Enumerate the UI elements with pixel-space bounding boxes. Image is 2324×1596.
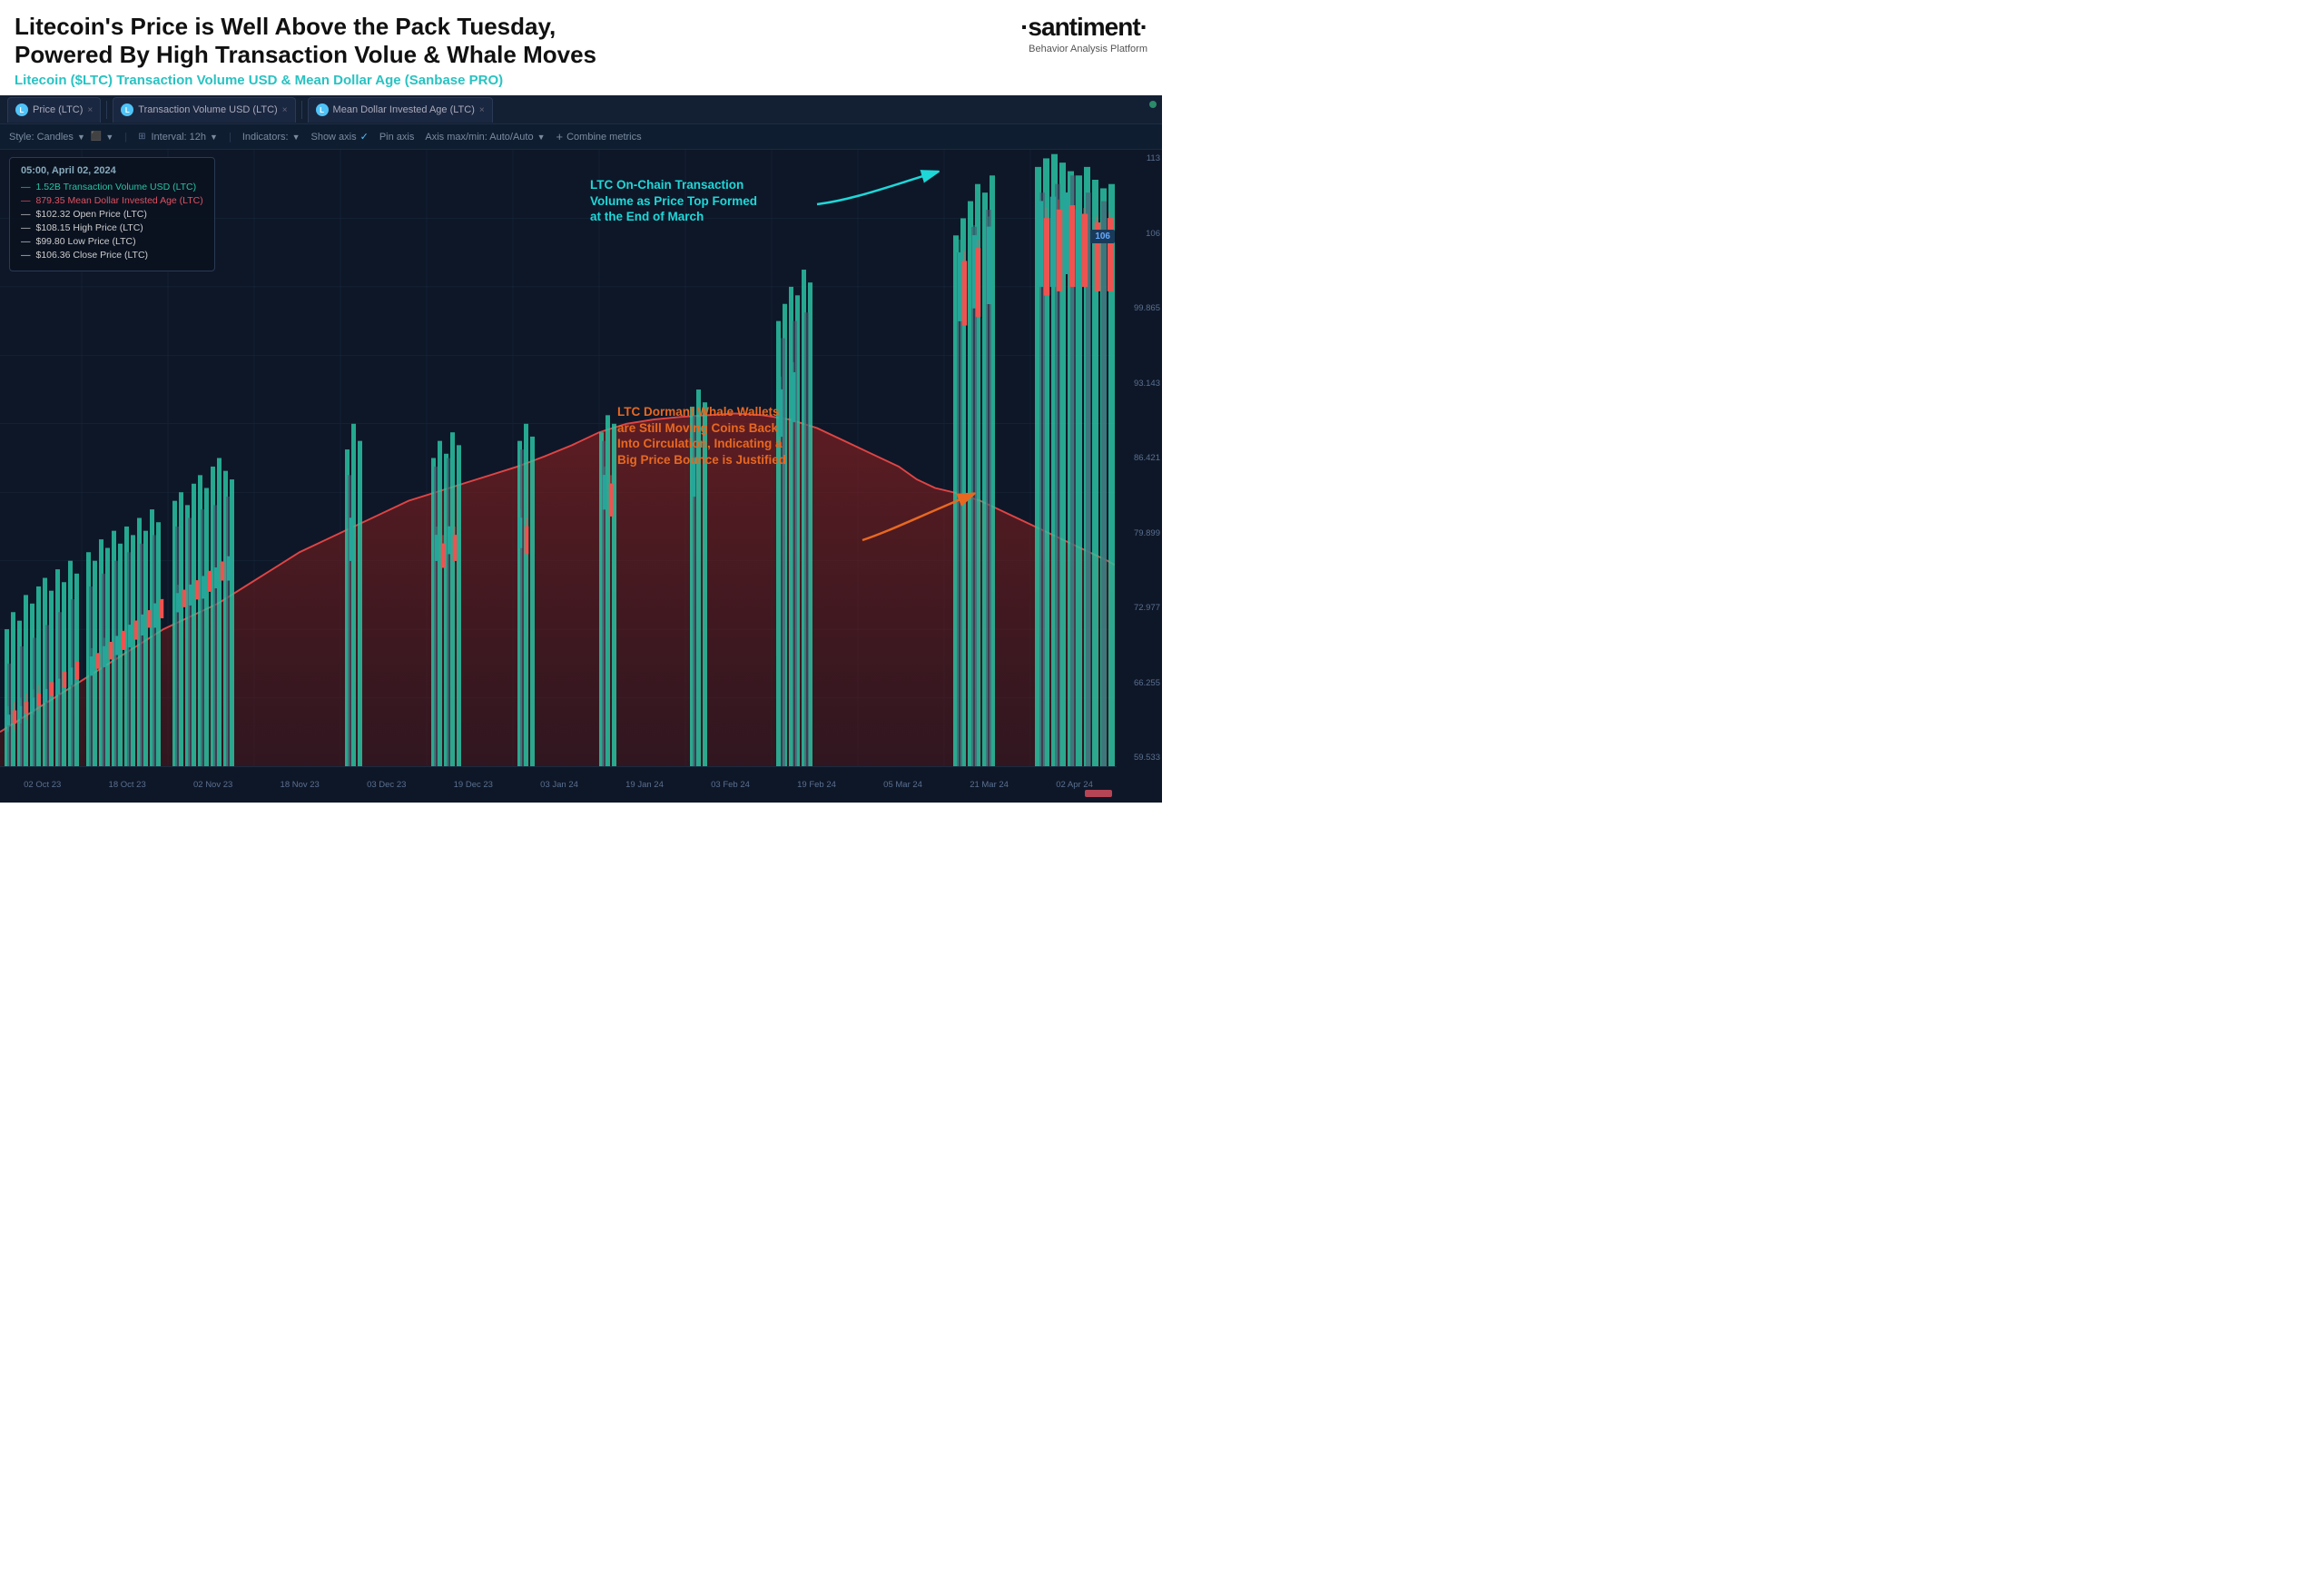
x-label-5: 19 Dec 23 — [454, 780, 493, 790]
main-title: Litecoin's Price is Well Above the Pack … — [15, 13, 1002, 69]
tooltip-dash-2: — — [21, 209, 31, 220]
pin-axis-label: Pin axis — [379, 132, 415, 143]
x-label-1: 18 Oct 23 — [109, 780, 146, 790]
santiment-brand: ·santiment· — [1020, 13, 1147, 42]
tooltip-dash-1: — — [21, 195, 31, 206]
interval-icon: ⊞ — [138, 132, 145, 142]
santiment-logo: ·santiment· Behavior Analysis Platform — [1002, 13, 1147, 54]
close-mean-tab[interactable]: × — [479, 105, 485, 115]
tab-divider-2 — [301, 101, 302, 119]
tooltip-panel: 05:00, April 02, 2024 — 1.52B Transactio… — [9, 157, 215, 271]
indicators-label: Indicators: — [242, 132, 289, 143]
separator-1: | — [124, 132, 127, 143]
tab-tx-label: Transaction Volume USD (LTC) — [138, 104, 277, 115]
tooltip-row-3: — $108.15 High Price (LTC) — [21, 222, 203, 233]
show-axis-check: ✓ — [360, 131, 369, 143]
interval-control[interactable]: ⊞ Interval: 12h ▼ — [138, 132, 218, 143]
tooltip-row-2: — $102.32 Open Price (LTC) — [21, 209, 203, 220]
y-label-66: 66.255 — [1117, 678, 1160, 688]
plus-icon: + — [556, 130, 564, 143]
combine-metrics-control[interactable]: + Combine metrics — [556, 130, 642, 143]
interval-caret: ▼ — [210, 133, 218, 142]
teal-arrow — [817, 168, 962, 241]
x-label-7: 19 Jan 24 — [625, 780, 664, 790]
y-label-79: 79.899 — [1117, 528, 1160, 538]
santiment-tagline: Behavior Analysis Platform — [1029, 44, 1147, 54]
header-left: Litecoin's Price is Well Above the Pack … — [15, 13, 1002, 88]
x-label-9: 19 Feb 24 — [797, 780, 836, 790]
tooltip-row-0: — 1.52B Transaction Volume USD (LTC) — [21, 182, 203, 192]
close-price-tab[interactable]: × — [87, 105, 93, 115]
tooltip-value-4: $99.80 Low Price (LTC) — [36, 236, 136, 247]
x-label-6: 03 Jan 24 — [540, 780, 578, 790]
tooltip-value-3: $108.15 High Price (LTC) — [36, 222, 143, 233]
tooltip-dash-3: — — [21, 222, 31, 233]
tab-mean-label: Mean Dollar Invested Age (LTC) — [333, 104, 475, 115]
tab-price-label: Price (LTC) — [33, 104, 83, 115]
page-header: Litecoin's Price is Well Above the Pack … — [0, 0, 1162, 95]
axis-maxmin-control[interactable]: Axis max/min: Auto/Auto ▼ — [425, 132, 545, 143]
x-label-8: 03 Feb 24 — [711, 780, 750, 790]
style-control[interactable]: Style: Candles ▼ ⬛ ▼ — [9, 132, 113, 143]
show-axis-label: Show axis — [310, 132, 356, 143]
x-label-11: 21 Mar 24 — [970, 780, 1009, 790]
axismaxmin-caret: ▼ — [537, 133, 546, 142]
price-badge: 106 — [1090, 230, 1115, 243]
tooltip-value-1: 879.35 Mean Dollar Invested Age (LTC) — [36, 195, 203, 206]
orange-arrow — [862, 486, 1008, 576]
y-label-113: 113 — [1117, 153, 1160, 163]
close-tx-tab[interactable]: × — [282, 105, 288, 115]
indicators-control[interactable]: Indicators: ▼ — [242, 132, 300, 143]
y-label-99: 99.865 — [1117, 303, 1160, 313]
sub-title: Litecoin ($LTC) Transaction Volume USD &… — [15, 73, 1002, 88]
y-label-93: 93.143 — [1117, 379, 1160, 389]
style-caret: ▼ — [77, 133, 85, 142]
chart-toolbar: L Price (LTC) × L Transaction Volume USD… — [0, 95, 1162, 124]
scrollbar-hint[interactable] — [1085, 790, 1112, 797]
pin-axis-control[interactable]: Pin axis — [379, 132, 415, 143]
y-label-106: 106 — [1117, 229, 1160, 239]
tooltip-dash-5: — — [21, 250, 31, 261]
ltc-icon-mean: L — [316, 103, 329, 116]
x-axis: 02 Oct 23 18 Oct 23 02 Nov 23 18 Nov 23 … — [0, 766, 1117, 803]
chart-controls: Style: Candles ▼ ⬛ ▼ | ⊞ Interval: 12h ▼… — [0, 124, 1162, 150]
y-axis: 113 106 99.865 93.143 86.421 79.899 72.9… — [1115, 150, 1162, 766]
separator-2: | — [229, 132, 231, 143]
tab-tx-volume[interactable]: L Transaction Volume USD (LTC) × — [113, 97, 295, 123]
tooltip-row-5: — $106.36 Close Price (LTC) — [21, 250, 203, 261]
interval-label: Interval: 12h — [151, 132, 206, 143]
ltc-icon-price: L — [15, 103, 28, 116]
tooltip-value-5: $106.36 Close Price (LTC) — [36, 250, 149, 261]
x-label-0: 02 Oct 23 — [24, 780, 61, 790]
x-label-4: 03 Dec 23 — [367, 780, 406, 790]
style-label: Style: Candles — [9, 132, 74, 143]
tooltip-date: 05:00, April 02, 2024 — [21, 165, 203, 176]
x-label-2: 02 Nov 23 — [193, 780, 232, 790]
ltc-icon-tx: L — [121, 103, 133, 116]
y-label-72: 72.977 — [1117, 603, 1160, 613]
x-label-12: 02 Apr 24 — [1056, 780, 1093, 790]
tooltip-value-0: 1.52B Transaction Volume USD (LTC) — [36, 182, 197, 192]
tooltip-dash-0: — — [21, 182, 31, 192]
x-label-10: 05 Mar 24 — [883, 780, 922, 790]
tooltip-dash-4: — — [21, 236, 31, 247]
annotation-orange: LTC Dormant Whale Walletsare Still Movin… — [617, 404, 786, 468]
tab-mean-dollar[interactable]: L Mean Dollar Invested Age (LTC) × — [308, 97, 493, 123]
candle-caret: ▼ — [105, 133, 113, 142]
tab-price[interactable]: L Price (LTC) × — [7, 97, 101, 123]
chart-container: L Price (LTC) × L Transaction Volume USD… — [0, 95, 1162, 803]
tab-divider-1 — [106, 101, 107, 119]
tooltip-row-4: — $99.80 Low Price (LTC) — [21, 236, 203, 247]
tooltip-value-2: $102.32 Open Price (LTC) — [36, 209, 147, 220]
show-axis-control[interactable]: Show axis ✓ — [310, 131, 368, 143]
annotation-teal: LTC On-Chain TransactionVolume as Price … — [590, 177, 757, 225]
axis-maxmin-label: Axis max/min: Auto/Auto — [425, 132, 533, 143]
tooltip-row-1: — 879.35 Mean Dollar Invested Age (LTC) — [21, 195, 203, 206]
x-label-3: 18 Nov 23 — [281, 780, 320, 790]
y-label-59: 59.533 — [1117, 753, 1160, 763]
indicators-caret: ▼ — [292, 133, 300, 142]
combine-metrics-label: Combine metrics — [566, 132, 642, 143]
y-label-86: 86.421 — [1117, 453, 1160, 463]
candle-icon: ⬛ — [91, 132, 102, 142]
